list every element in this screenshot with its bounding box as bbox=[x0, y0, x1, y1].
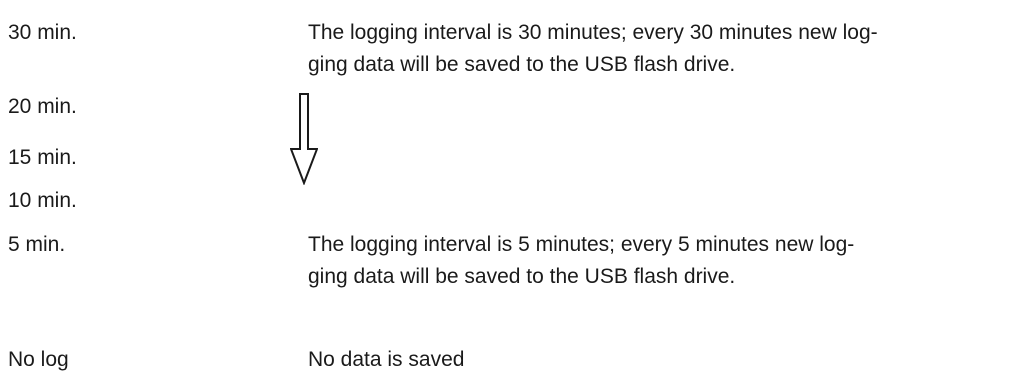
setting-label-no-log: No log bbox=[8, 348, 69, 371]
setting-label-15-min: 15 min. bbox=[8, 146, 77, 169]
description-line: The logging interval is 5 minutes; every… bbox=[308, 233, 855, 256]
description-5-min: The logging interval is 5 minutes; every… bbox=[308, 229, 1023, 293]
description-line: No data is saved bbox=[308, 348, 465, 371]
logging-interval-table: 30 min. The logging interval is 30 minut… bbox=[0, 0, 1029, 371]
setting-label-20-min: 20 min. bbox=[8, 95, 77, 118]
down-arrow-icon bbox=[290, 93, 318, 185]
description-30-min: The logging interval is 30 minutes; ever… bbox=[308, 17, 1023, 81]
description-line: ging data will be saved to the USB flash… bbox=[308, 265, 736, 288]
setting-label-10-min: 10 min. bbox=[8, 189, 77, 212]
description-no-log: No data is saved bbox=[308, 344, 1023, 376]
description-line: The logging interval is 30 minutes; ever… bbox=[308, 21, 878, 44]
setting-label-30-min: 30 min. bbox=[8, 21, 77, 44]
description-line: ging data will be saved to the USB flash… bbox=[308, 53, 736, 76]
setting-label-5-min: 5 min. bbox=[8, 233, 66, 256]
